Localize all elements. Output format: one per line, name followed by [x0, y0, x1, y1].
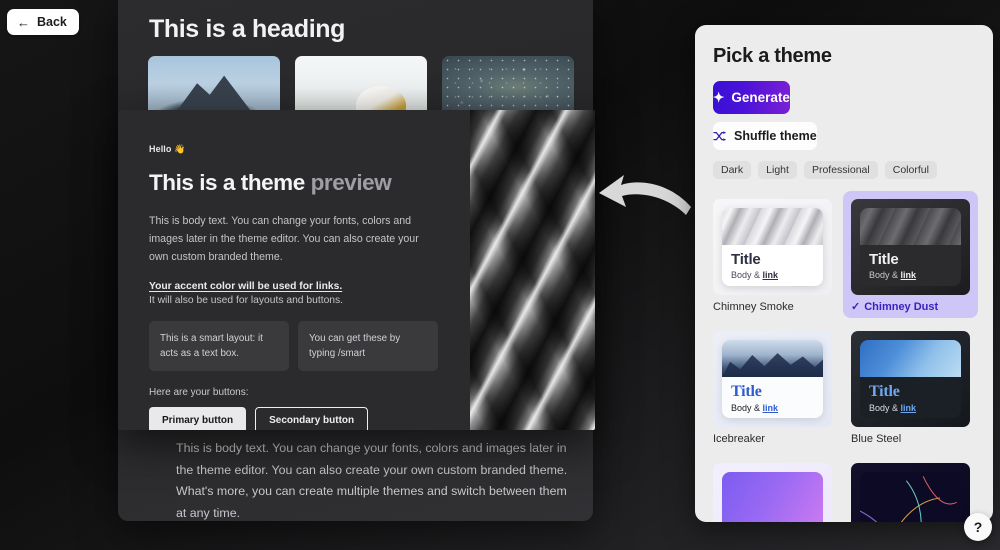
- filter-chip-light[interactable]: Light: [758, 161, 797, 179]
- help-button[interactable]: ?: [964, 513, 992, 541]
- smart-layout-box[interactable]: This is a smart layout: it acts as a tex…: [149, 321, 289, 371]
- shuffle-theme-button[interactable]: Shuffle theme: [713, 122, 817, 150]
- theme-card-body-prefix: Body &: [731, 270, 763, 280]
- editor-body-text: This is body text. You can change your f…: [176, 438, 576, 521]
- secondary-button[interactable]: Secondary button: [255, 407, 368, 430]
- preview-greeting: Hello 👋: [149, 144, 440, 155]
- theme-filter-chips: Dark Light Professional Colorful: [713, 161, 993, 179]
- theme-card-body-link: link: [763, 403, 779, 413]
- theme-card-body: Body & link: [869, 403, 952, 413]
- arcs-decoration-icon: [860, 472, 961, 522]
- curved-arrow-left-icon: [594, 163, 694, 223]
- page-title: Pick a theme: [713, 45, 993, 68]
- sparkles-icon: ✦: [713, 90, 724, 106]
- theme-card-title: Title: [731, 384, 814, 401]
- preview-title-strong: This is a theme: [149, 170, 305, 195]
- theme-card-night[interactable]: [843, 455, 978, 522]
- theme-card-body: Body & link: [869, 270, 952, 280]
- theme-card-blue-steel[interactable]: Title Body & link Blue Steel: [843, 323, 978, 450]
- smart-layout-box[interactable]: You can get these by typing /smart: [298, 321, 438, 371]
- space-photo: [442, 56, 574, 118]
- theme-card-preview: Title Body & link: [851, 199, 970, 295]
- theme-card-inner: Title Body & link: [722, 208, 823, 286]
- preview-accent-subtext: It will also be used for layouts and but…: [149, 295, 440, 306]
- theme-card-preview: [713, 463, 832, 522]
- image-thumbnail-strip: [148, 56, 574, 118]
- theme-card-preview: Title Body & link: [713, 331, 832, 427]
- preview-accent-link[interactable]: Your accent color will be used for links…: [149, 281, 440, 292]
- preview-body-text: This is body text. You can change your f…: [149, 212, 441, 267]
- theme-card-label-text: Chimney Smoke: [713, 301, 794, 313]
- arrow-left-icon: ←: [17, 16, 30, 29]
- theme-card-label: Blue Steel: [851, 433, 970, 445]
- back-button[interactable]: ← Back: [7, 9, 79, 35]
- theme-card-title: Title: [731, 252, 814, 268]
- theme-card-image: [722, 208, 823, 245]
- theme-card-preview: Title Body & link: [851, 331, 970, 427]
- theme-card-text: Title Body & link: [860, 245, 961, 280]
- preview-button-group: Primary button Secondary button: [149, 407, 440, 430]
- shuffle-theme-label: Shuffle theme: [734, 129, 817, 143]
- theme-card-body-prefix: Body &: [731, 403, 763, 413]
- filter-chip-professional[interactable]: Professional: [804, 161, 878, 179]
- theme-card-text: Title Body & link: [722, 245, 823, 280]
- preview-title-light: preview: [305, 170, 391, 195]
- theme-card-body-link: link: [763, 270, 779, 280]
- theme-card-label: ✓ Chimney Dust: [851, 301, 970, 313]
- editor-heading: This is a heading: [149, 15, 345, 44]
- generate-button[interactable]: ✦ Generate: [713, 81, 790, 114]
- theme-card-body-link: link: [901, 270, 917, 280]
- theme-card-image: [860, 472, 961, 522]
- theme-card-inner: Title Body & link: [860, 340, 961, 418]
- theme-card-chimney-dust[interactable]: Title Body & link ✓ Chimney Dust: [843, 191, 978, 318]
- shuffle-icon: [713, 131, 726, 142]
- theme-card-violet[interactable]: [705, 455, 840, 522]
- theme-grid: Title Body & link Chimney Smoke Title Bo…: [705, 191, 985, 522]
- theme-card-preview: Title Body & link: [713, 199, 832, 295]
- theme-card-body: Body & link: [731, 403, 814, 413]
- theme-card-image: [860, 340, 961, 377]
- check-icon: ✓: [851, 302, 860, 313]
- abstract-swirl-image: [470, 110, 595, 430]
- theme-card-label-text: Blue Steel: [851, 433, 901, 445]
- back-button-label: Back: [37, 15, 67, 29]
- theme-card-title: Title: [869, 252, 952, 268]
- theme-card-label-text: Chimney Dust: [864, 301, 938, 313]
- theme-card-inner: Title Body & link: [722, 340, 823, 418]
- theme-card-text: Title Body & link: [860, 377, 961, 413]
- theme-card-inner: [722, 472, 823, 522]
- theme-card-image: [860, 208, 961, 245]
- buttons-label: Here are your buttons:: [149, 387, 440, 398]
- theme-card-image: [722, 472, 823, 522]
- pick-a-theme-panel: Pick a theme ✦ Generate Shuffle theme Da…: [695, 25, 993, 522]
- theme-card-preview: [851, 463, 970, 522]
- theme-card-inner: [860, 472, 961, 522]
- theme-card-text: Title Body & link: [722, 377, 823, 413]
- theme-card-label-text: Icebreaker: [713, 433, 765, 445]
- filter-chip-dark[interactable]: Dark: [713, 161, 751, 179]
- generate-button-label: Generate: [731, 90, 790, 105]
- theme-preview-content: Hello 👋 This is a theme preview This is …: [118, 110, 470, 430]
- theme-card-body: Body & link: [731, 270, 814, 280]
- theme-card-label: Chimney Smoke: [713, 301, 832, 313]
- mountain-photo: [148, 56, 280, 118]
- theme-card-image: [722, 340, 823, 377]
- theme-card-label: Icebreaker: [713, 433, 832, 445]
- theme-card-chimney-smoke[interactable]: Title Body & link Chimney Smoke: [705, 191, 840, 318]
- theme-card-body-link: link: [901, 403, 917, 413]
- theme-card-body-prefix: Body &: [869, 403, 901, 413]
- person-photo: [295, 56, 427, 118]
- theme-card-body-prefix: Body &: [869, 270, 901, 280]
- filter-chip-colorful[interactable]: Colorful: [885, 161, 937, 179]
- theme-preview-card: Hello 👋 This is a theme preview This is …: [118, 110, 595, 430]
- theme-card-icebreaker[interactable]: Title Body & link Icebreaker: [705, 323, 840, 450]
- theme-card-title: Title: [869, 384, 952, 401]
- theme-card-inner: Title Body & link: [860, 208, 961, 286]
- smart-layout-group: This is a smart layout: it acts as a tex…: [149, 321, 440, 371]
- primary-button[interactable]: Primary button: [149, 407, 246, 430]
- preview-title: This is a theme preview: [149, 170, 440, 196]
